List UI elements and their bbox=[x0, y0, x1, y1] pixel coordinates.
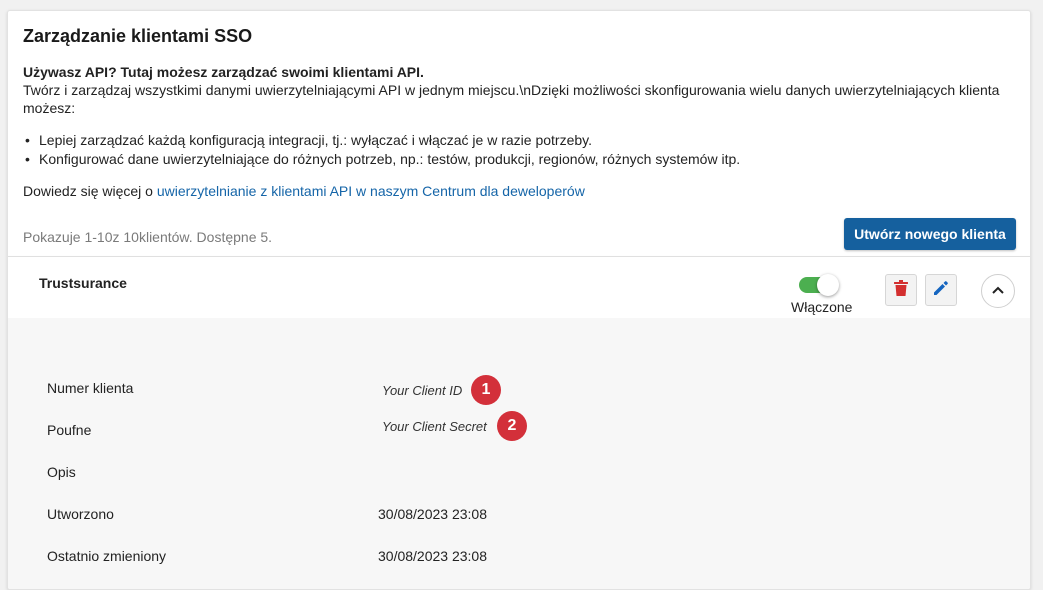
created-value: 30/08/2023 23:08 bbox=[378, 506, 487, 522]
create-client-button[interactable]: Utwórz nowego klienta bbox=[844, 218, 1016, 250]
client-count: Pokazuje 1-10z 10klientów. Dostępne 5. bbox=[23, 229, 273, 245]
created-label: Utworzono bbox=[47, 506, 114, 522]
modified-value: 30/08/2023 23:08 bbox=[378, 548, 487, 564]
client-details: Numer klienta Your Client ID 1 Poufne Yo… bbox=[8, 318, 1030, 589]
delete-button[interactable] bbox=[885, 274, 917, 306]
developer-center-link[interactable]: uwierzytelnianie z klientami API w naszy… bbox=[157, 183, 585, 199]
annotation-badge-1: 1 bbox=[471, 375, 501, 405]
client-name: Trustsurance bbox=[39, 275, 127, 291]
list-item: Lepiej zarządzać każdą konfiguracją inte… bbox=[23, 131, 740, 150]
list-item: Konfigurować dane uwierzytelniające do r… bbox=[23, 150, 740, 169]
sso-clients-card: Zarządzanie klientami SSO Używasz API? T… bbox=[7, 10, 1031, 590]
toggle-label: Włączone bbox=[791, 299, 853, 315]
learn-more-prefix: Dowiedz się więcej o bbox=[23, 183, 157, 199]
trash-icon bbox=[894, 279, 908, 301]
client-id-value: Your Client ID bbox=[382, 383, 463, 398]
intro-text: Używasz API? Tutaj możesz zarządzać swoi… bbox=[23, 63, 1023, 117]
pencil-icon bbox=[933, 280, 949, 301]
page-title: Zarządzanie klientami SSO bbox=[23, 26, 253, 46]
edit-button[interactable] bbox=[925, 274, 957, 306]
feature-list: Lepiej zarządzać każdą konfiguracją inte… bbox=[23, 131, 740, 169]
secret-value: Your Client Secret bbox=[382, 419, 487, 434]
annotation-badge-2: 2 bbox=[497, 411, 527, 441]
client-id-label: Numer klienta bbox=[47, 380, 134, 396]
chevron-up-icon bbox=[991, 282, 1005, 300]
intro-heading: Używasz API? Tutaj możesz zarządzać swoi… bbox=[23, 64, 424, 80]
description-label: Opis bbox=[47, 464, 76, 480]
modified-label: Ostatnio zmieniony bbox=[47, 548, 167, 564]
client-row-header: Trustsurance Włączone bbox=[8, 256, 1030, 318]
enabled-toggle[interactable] bbox=[799, 274, 839, 296]
learn-more: Dowiedz się więcej o uwierzytelnianie z … bbox=[23, 183, 585, 199]
secret-label: Poufne bbox=[47, 422, 92, 438]
toggle-knob bbox=[817, 274, 839, 296]
collapse-button[interactable] bbox=[981, 274, 1015, 308]
intro-description: Twórz i zarządzaj wszystkimi danymi uwie… bbox=[23, 82, 1000, 116]
